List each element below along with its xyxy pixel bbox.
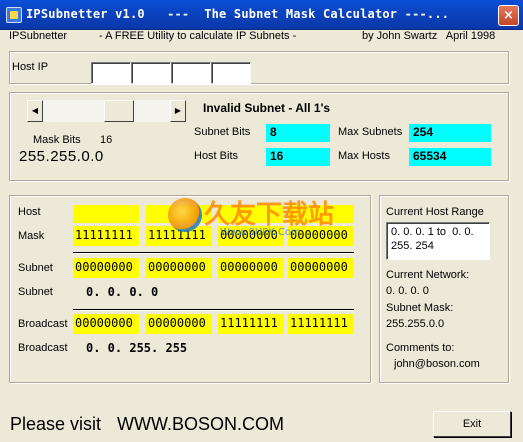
divider-1 [73,252,354,254]
broadcast-decimal-value: 0. 0. 255. 255 [86,341,188,355]
mask-bits-scrollbar[interactable]: ◀ ▶ [27,100,186,124]
watermark-logo-icon [168,198,202,232]
host-range-field[interactable]: 0. 0. 0. 1 to 0. 0. 255. 254 [386,222,490,260]
subnet-mask-value: 255.255.0.0 [386,318,445,330]
mask-row-label: Mask [18,230,45,242]
host-ip-octet-2[interactable] [131,62,171,84]
watermark-text: 久友下载站 [204,200,335,230]
broadcast-octet-1: 00000000 [73,314,139,334]
app-icon [6,7,22,23]
host-range-line-1: 0. 0. 0. 1 to 0. 0. [391,226,474,238]
watermark: 久友下载站 Www.9UPK.Com [168,194,358,244]
subnet-status: Invalid Subnet - All 1's [203,101,331,115]
current-network-label: Current Network: [386,269,470,281]
host-bits-value: 16 [266,148,330,166]
subnet-bits-value: 8 [266,124,330,142]
broadcast-decimal-label: Broadcast [18,342,68,354]
subnet-octet-1: 00000000 [73,258,139,278]
host-range-line-2: 255. 254 [391,240,434,252]
host-ip-octet-4[interactable] [211,62,251,84]
mask-octet-1: 11111111 [73,226,139,246]
subnet-bits-label: Subnet Bits [194,126,251,138]
scroll-thumb[interactable] [104,100,134,122]
broadcast-octet-3: 11111111 [218,314,284,334]
host-range-label: Current Host Range [386,206,484,218]
host-bits-label: Host Bits [194,150,239,162]
subnet-octet-3: 00000000 [218,258,284,278]
host-row-label: Host [18,206,41,218]
watermark-url: Www.9UPK.Com [220,227,301,238]
scroll-right-button[interactable]: ▶ [170,100,186,122]
author-credit: by John Swartz April 1998 [362,30,496,42]
exit-button[interactable]: Exit [433,411,511,437]
max-subnets-label: Max Subnets [338,126,403,138]
subnet-octet-4: 00000000 [288,258,354,278]
current-network-value: 0. 0. 0. 0 [386,285,429,297]
max-subnets-value: 254 [409,124,491,142]
tagline: - A FREE Utility to calculate IP Subnets… [99,30,297,42]
mask-bits-label: Mask Bits [33,134,81,146]
window-title: IPSubnetter v1.0 --- The Subnet Mask Cal… [26,7,450,21]
visit-text: Please visit [10,414,102,434]
mask-bits-value: 16 [100,134,113,146]
max-hosts-label: Max Hosts [338,150,390,162]
subnet-decimal-value: 0. 0. 0. 0 [86,285,159,299]
subnet-octet-2: 00000000 [146,258,212,278]
comments-label: Comments to: [386,342,455,354]
subnet-mask-label: Subnet Mask: [386,302,454,314]
host-ip-frame [9,51,509,84]
host-octet-1 [73,205,139,223]
max-hosts-value: 65534 [409,148,491,166]
mask-value: 255.255.0.0 [19,148,104,165]
host-ip-octet-1[interactable] [91,62,131,84]
broadcast-octet-2: 00000000 [146,314,212,334]
scroll-left-button[interactable]: ◀ [27,100,43,122]
boson-url[interactable]: WWW.BOSON.COM [117,414,284,435]
title-bar: IPSubnetter v1.0 --- The Subnet Mask Cal… [0,0,523,30]
broadcast-octet-4: 11111111 [288,314,354,334]
divider-2 [73,309,354,311]
host-ip-label: Host IP [12,61,49,73]
broadcast-row-label: Broadcast [18,318,68,330]
close-button[interactable]: × [498,5,519,26]
subnet-row-label: Subnet [18,262,53,274]
subnet-decimal-label: Subnet [18,286,53,298]
comments-email[interactable]: john@boson.com [394,358,480,370]
host-ip-octet-3[interactable] [171,62,211,84]
app-name: IPSubnetter [9,30,68,42]
